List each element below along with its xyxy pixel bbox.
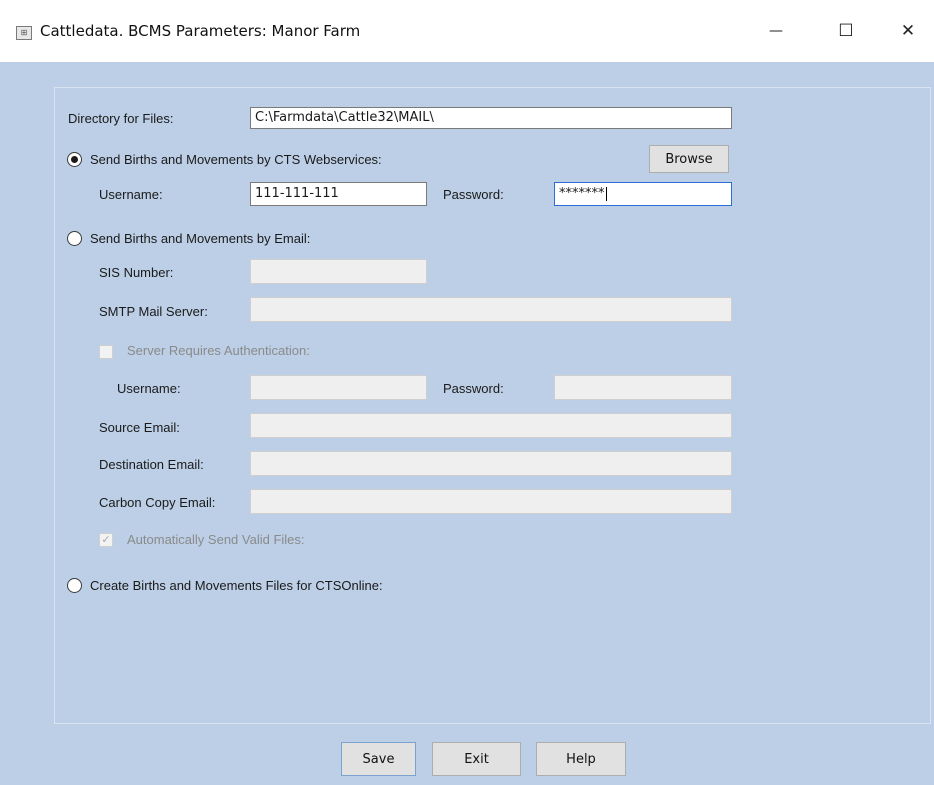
app-icon[interactable]: ⊞ [16,26,32,40]
minimize-button[interactable]: — [756,16,796,46]
cc-email-label: Carbon Copy Email: [99,495,216,510]
webservices-radio-label: Send Births and Movements by CTS Webserv… [90,152,382,167]
auth-password-label: Password: [443,381,504,396]
auth-password-field[interactable] [554,375,732,400]
save-button-label: Save [362,751,395,767]
title-bar: ⊞ Cattledata. BCMS Parameters: Manor Far… [0,0,934,62]
sis-number-label: SIS Number: [99,265,174,280]
auth-checkbox-label: Server Requires Authentication: [127,343,310,358]
text-caret [605,186,607,201]
smtp-server-field[interactable] [250,297,732,322]
email-radio-label: Send Births and Movements by Email: [90,231,311,246]
exit-button-label: Exit [464,751,489,767]
close-button[interactable]: ✕ [888,16,928,46]
destination-email-label: Destination Email: [99,457,204,472]
auto-send-checkbox[interactable]: ✓ [99,533,113,547]
checkmark-icon: ✓ [101,533,111,546]
auth-username-label: Username: [117,381,181,396]
password-value: ******* [559,186,605,201]
maximize-button[interactable]: ☐ [826,16,866,46]
help-button-label: Help [566,751,596,767]
password-label: Password: [443,187,504,202]
smtp-server-label: SMTP Mail Server: [99,304,208,319]
email-radio[interactable] [67,231,82,246]
parameters-panel [54,87,931,724]
ctsonline-radio-label: Create Births and Movements Files for CT… [90,578,383,593]
webservices-radio[interactable] [67,152,82,167]
auth-username-field[interactable] [250,375,427,400]
radio-selected-dot [71,156,78,163]
directory-label: Directory for Files: [68,111,174,126]
help-button[interactable]: Help [536,742,626,776]
username-label: Username: [99,187,163,202]
exit-button[interactable]: Exit [432,742,521,776]
ctsonline-radio[interactable] [67,578,82,593]
directory-field[interactable]: C:\Farmdata\Cattle32\MAIL\ [250,107,732,129]
source-email-label: Source Email: [99,420,180,435]
auth-checkbox[interactable] [99,345,113,359]
cc-email-field[interactable] [250,489,732,514]
browse-button[interactable]: Browse [649,145,729,173]
auto-send-label: Automatically Send Valid Files: [127,532,305,547]
password-field[interactable]: ******* [554,182,732,206]
destination-email-field[interactable] [250,451,732,476]
save-button[interactable]: Save [341,742,416,776]
source-email-field[interactable] [250,413,732,438]
sis-number-field[interactable] [250,259,427,284]
username-field[interactable]: 111-111-111 [250,182,427,206]
window-title: Cattledata. BCMS Parameters: Manor Farm [40,22,361,40]
